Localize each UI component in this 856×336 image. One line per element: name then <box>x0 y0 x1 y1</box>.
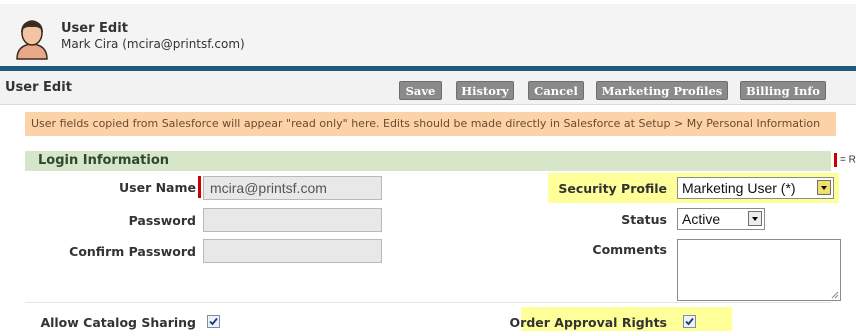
login-information-header: Login Information <box>25 151 831 171</box>
page-header: User Edit Mark Cira (mcira@printsf.com) <box>0 0 856 66</box>
chevron-down-icon[interactable] <box>817 180 831 195</box>
password-label: Password <box>128 213 196 228</box>
section-divider <box>25 302 831 303</box>
order-approval-rights-label: Order Approval Rights <box>509 315 667 330</box>
salesforce-notice: User fields copied from Salesforce will … <box>25 112 836 136</box>
comments-textarea[interactable] <box>677 239 841 301</box>
cancel-button[interactable]: Cancel <box>528 81 584 100</box>
user-name-label: User Name <box>119 180 196 195</box>
history-button[interactable]: History <box>456 81 514 100</box>
login-information-title: Login Information <box>38 153 170 168</box>
allow-catalog-sharing-label: Allow Catalog Sharing <box>40 315 196 330</box>
security-profile-select[interactable]: Marketing User (*) <box>677 177 834 199</box>
status-label: Status <box>621 212 667 227</box>
page-title: User Edit <box>61 21 128 36</box>
comments-label: Comments <box>592 242 667 257</box>
order-approval-rights-checkbox[interactable] <box>683 315 696 328</box>
checkmark-icon <box>685 317 694 326</box>
save-button[interactable]: Save <box>399 81 442 100</box>
security-profile-label: Security Profile <box>558 181 667 196</box>
billing-info-button[interactable]: Billing Info <box>740 81 826 100</box>
status-select[interactable]: Active <box>677 208 765 230</box>
required-marker-icon <box>834 153 837 167</box>
marketing-profiles-button[interactable]: Marketing Profiles <box>596 81 728 100</box>
confirm-password-label: Confirm Password <box>69 244 196 259</box>
confirm-password-input[interactable] <box>203 239 382 263</box>
required-legend: = R <box>834 153 856 167</box>
toolbar-section-title: User Edit <box>5 80 72 95</box>
chevron-down-icon[interactable] <box>748 211 762 226</box>
user-avatar-icon <box>14 18 50 60</box>
page-subtitle: Mark Cira (mcira@printsf.com) <box>61 37 245 51</box>
toolbar: User Edit Save History Cancel Marketing … <box>0 71 856 105</box>
user-name-required-marker <box>198 176 201 198</box>
security-profile-value: Marketing User (*) <box>682 180 796 196</box>
password-input[interactable] <box>203 208 382 232</box>
header-top-line <box>0 0 856 4</box>
user-name-input[interactable]: mcira@printsf.com <box>203 176 382 200</box>
checkmark-icon <box>209 317 218 326</box>
required-legend-text: = R <box>840 154 856 166</box>
status-value: Active <box>682 211 721 227</box>
allow-catalog-sharing-checkbox[interactable] <box>207 315 220 328</box>
resize-grip-icon[interactable] <box>831 291 839 299</box>
